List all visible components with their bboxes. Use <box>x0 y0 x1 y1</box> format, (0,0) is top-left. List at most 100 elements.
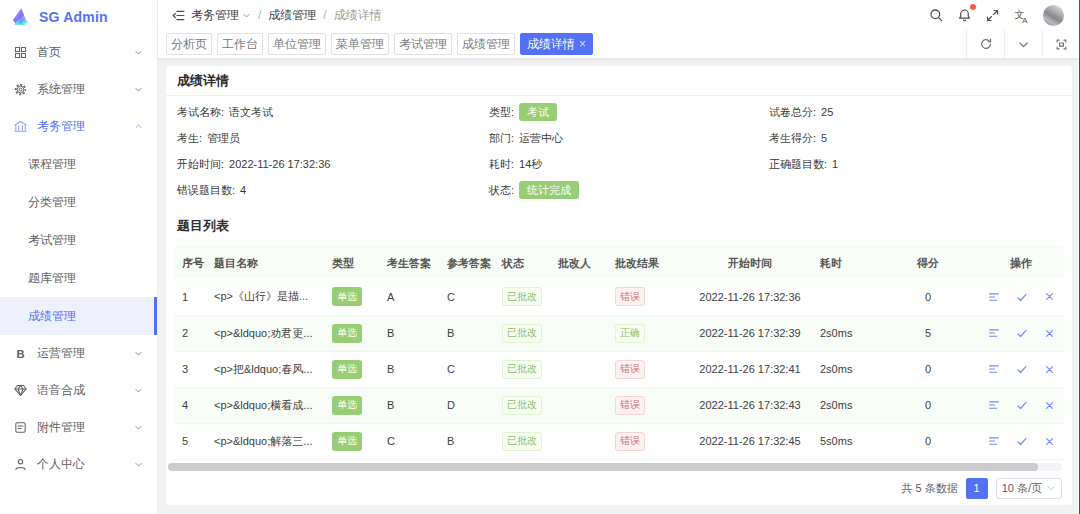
detail-item: 考生:管理员 <box>177 125 489 151</box>
row-detail-icon[interactable] <box>980 290 1008 304</box>
sidebar-item-exam-affairs[interactable]: 考务管理 <box>0 108 157 145</box>
row-close-icon[interactable] <box>1036 435 1063 448</box>
cell-result: 错误 <box>607 423 688 459</box>
logo[interactable]: SG Admin <box>0 0 157 34</box>
sidebar-subitem-course[interactable]: 课程管理 <box>0 145 157 183</box>
cell-status: 已批改 <box>494 315 550 351</box>
row-close-icon[interactable] <box>1036 327 1063 340</box>
detail-label: 正确题目数: <box>769 157 827 172</box>
bell-icon[interactable] <box>957 7 972 23</box>
horizontal-scrollbar-track[interactable] <box>168 463 1062 471</box>
page-size-select[interactable]: 10 条/页 <box>996 478 1062 499</box>
cell-grader <box>550 315 607 351</box>
main-area: 考务管理 / 成绩管理 / 成绩详情 文A 分析页工作台单位管理菜单管理考试管理… <box>158 0 1080 514</box>
sidebar-item-system[interactable]: 系统管理 <box>0 71 157 108</box>
fullscreen-icon[interactable] <box>985 8 1000 23</box>
detail-badge: 统计完成 <box>519 181 579 200</box>
cell-question-name: <p>《山行》是描... <box>206 279 324 315</box>
row-check-icon[interactable] <box>1008 398 1036 412</box>
row-close-icon[interactable] <box>1036 290 1063 303</box>
tab-workbench[interactable]: 工作台 <box>217 33 263 55</box>
status-tag: 已批改 <box>502 432 542 451</box>
row-detail-icon[interactable] <box>980 434 1008 448</box>
detail-value: 25 <box>821 106 833 118</box>
search-icon[interactable] <box>928 7 944 23</box>
breadcrumb-separator: / <box>258 8 261 22</box>
page-1-button[interactable]: 1 <box>966 478 988 499</box>
question-table: 序号题目名称类型考生答案参考答案状态批改人批改结果开始时间耗时得分操作 1<p>… <box>174 247 1064 460</box>
result-tag: 错误 <box>615 396 645 415</box>
tab-exam[interactable]: 考试管理 <box>394 33 452 55</box>
breadcrumb-item-3: 成绩详情 <box>334 7 382 24</box>
row-close-icon[interactable] <box>1036 399 1063 412</box>
menu-fold-icon[interactable] <box>171 8 186 23</box>
tab-score[interactable]: 成绩管理 <box>457 33 515 55</box>
sidebar-item-voice[interactable]: 语音合成 <box>0 372 157 409</box>
type-tag: 单选 <box>332 324 362 343</box>
row-close-icon[interactable] <box>1036 363 1063 376</box>
cell-grader <box>550 387 607 423</box>
detail-value: 语文考试 <box>229 105 273 120</box>
sidebar-subitem-question-bank[interactable]: 题库管理 <box>0 259 157 297</box>
result-tag: 错误 <box>615 360 645 379</box>
cell-seq: 2 <box>174 315 206 351</box>
row-check-icon[interactable] <box>1008 362 1036 376</box>
content-fullscreen-icon[interactable] <box>1042 30 1080 58</box>
detail-label: 考生: <box>177 131 202 146</box>
detail-value: 4 <box>240 184 246 196</box>
detail-label: 耗时: <box>489 157 514 172</box>
sidebar-item-label: 语音合成 <box>37 382 125 399</box>
chevron-down-icon[interactable] <box>1004 30 1042 58</box>
avatar[interactable] <box>1043 5 1064 26</box>
row-check-icon[interactable] <box>1008 434 1036 448</box>
row-detail-icon[interactable] <box>980 398 1008 412</box>
tab-close-icon[interactable]: × <box>579 38 586 50</box>
detail-item: 部门:运营中心 <box>489 125 769 151</box>
tab-score-detail[interactable]: 成绩详情× <box>520 33 593 55</box>
sidebar-subitem-score[interactable]: 成绩管理 <box>0 297 157 335</box>
result-tag: 正确 <box>615 324 645 343</box>
sidebar-item-home[interactable]: 首页 <box>0 34 157 71</box>
breadcrumb-item-2[interactable]: 成绩管理 <box>268 7 316 24</box>
tab-actions <box>966 30 1080 58</box>
table-row: 3<p>把&ldquo;春风...单选BC已批改错误2022-11-26 17:… <box>174 351 1064 387</box>
sidebar-menu: 首页系统管理考务管理课程管理分类管理考试管理题库管理成绩管理B运营管理语音合成附… <box>0 34 157 483</box>
detail-value: 运营中心 <box>519 131 563 146</box>
cell-score: 0 <box>878 387 978 423</box>
translate-icon[interactable]: 文A <box>1013 7 1030 24</box>
score-details: 考试名称:语文考试考生:管理员开始时间:2022-11-26 17:32:36错… <box>166 96 1072 203</box>
tab-analysis[interactable]: 分析页 <box>166 33 212 55</box>
cell-score: 0 <box>878 279 978 315</box>
cell-student-answer: B <box>379 315 439 351</box>
refresh-icon[interactable] <box>966 30 1004 58</box>
top-navbar: 考务管理 / 成绩管理 / 成绩详情 文A <box>158 0 1080 30</box>
cell-status: 已批改 <box>494 423 550 459</box>
detail-label: 开始时间: <box>177 157 224 172</box>
row-detail-icon[interactable] <box>980 362 1008 376</box>
detail-label: 状态: <box>489 183 514 198</box>
page-size-value: 10 条/页 <box>1002 481 1042 496</box>
sidebar-subitem-category[interactable]: 分类管理 <box>0 183 157 221</box>
cell-duration: 5s0ms <box>812 423 878 459</box>
sidebar-item-label: 系统管理 <box>37 81 125 98</box>
tab-label: 菜单管理 <box>336 36 384 53</box>
breadcrumb-item-1[interactable]: 考务管理 <box>191 7 251 24</box>
row-check-icon[interactable] <box>1008 290 1036 304</box>
horizontal-scrollbar-thumb[interactable] <box>168 463 1038 471</box>
row-detail-icon[interactable] <box>980 326 1008 340</box>
sidebar-item-attachment[interactable]: 附件管理 <box>0 409 157 446</box>
cell-seq: 3 <box>174 351 206 387</box>
sidebar-subitem-exam[interactable]: 考试管理 <box>0 221 157 259</box>
sidebar-item-profile[interactable]: 个人中心 <box>0 446 157 483</box>
tab-menu[interactable]: 菜单管理 <box>331 33 389 55</box>
sidebar-item-operation[interactable]: B运营管理 <box>0 335 157 372</box>
cell-type: 单选 <box>324 351 379 387</box>
cell-question-name: <p>&ldquo;劝君更... <box>206 315 324 351</box>
tab-unit[interactable]: 单位管理 <box>268 33 326 55</box>
row-check-icon[interactable] <box>1008 326 1036 340</box>
cell-start-time: 2022-11-26 17:32:39 <box>688 315 812 351</box>
content-area: 成绩详情 考试名称:语文考试考生:管理员开始时间:2022-11-26 17:3… <box>158 59 1080 514</box>
sidebar-item-label: 考务管理 <box>37 118 125 135</box>
detail-value: 14秒 <box>519 157 542 172</box>
gem-icon <box>13 383 28 398</box>
